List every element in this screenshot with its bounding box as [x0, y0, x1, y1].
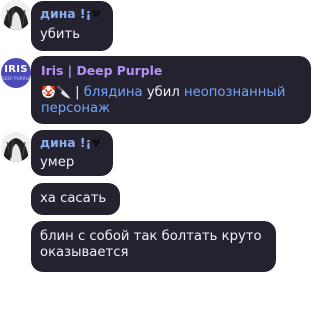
- message-text: блин с собой так болтать круто: [40, 229, 262, 244]
- message-bubble: ха сасать: [31, 183, 120, 215]
- message-text: 🤡🔪 | блядина убил неопознанный: [41, 85, 286, 100]
- message-bubble: Iris | Deep Purple 🤡🔪 | блядина убил нео…: [31, 56, 311, 124]
- heart-icon: ♥: [91, 137, 102, 150]
- message-bubble: дина !¡♥ убить: [31, 1, 113, 51]
- message-text-continued: оказывается: [40, 245, 129, 260]
- heart-icon: ♥: [91, 8, 102, 21]
- emoji-clown-knife: 🤡🔪: [41, 85, 71, 99]
- message-text: умер: [40, 155, 75, 170]
- avatar-iris[interactable]: IRIS DEEP PURPLE: [1, 58, 31, 88]
- message-text: убить: [40, 27, 80, 42]
- sender-name[interactable]: дина !¡♥: [40, 7, 113, 22]
- mention-link-continued[interactable]: персонаж: [41, 101, 311, 117]
- avatar-drawing: [1, 0, 31, 30]
- avatar-dina[interactable]: [1, 0, 31, 30]
- message-bubble: дина !¡♥ умер: [31, 130, 113, 176]
- message-bubble: блин с собой так болтать круто оказывает…: [31, 221, 276, 272]
- sender-name[interactable]: Iris | Deep Purple: [41, 64, 311, 78]
- mention-link[interactable]: блядина: [84, 85, 143, 100]
- avatar-dina[interactable]: [1, 132, 31, 162]
- sender-name[interactable]: дина !¡♥: [40, 136, 113, 151]
- message-text: ха сасать: [40, 191, 107, 206]
- mention-link[interactable]: неопознанный: [184, 85, 285, 100]
- avatar-drawing: [1, 132, 31, 162]
- iris-logo: IRIS: [4, 64, 28, 75]
